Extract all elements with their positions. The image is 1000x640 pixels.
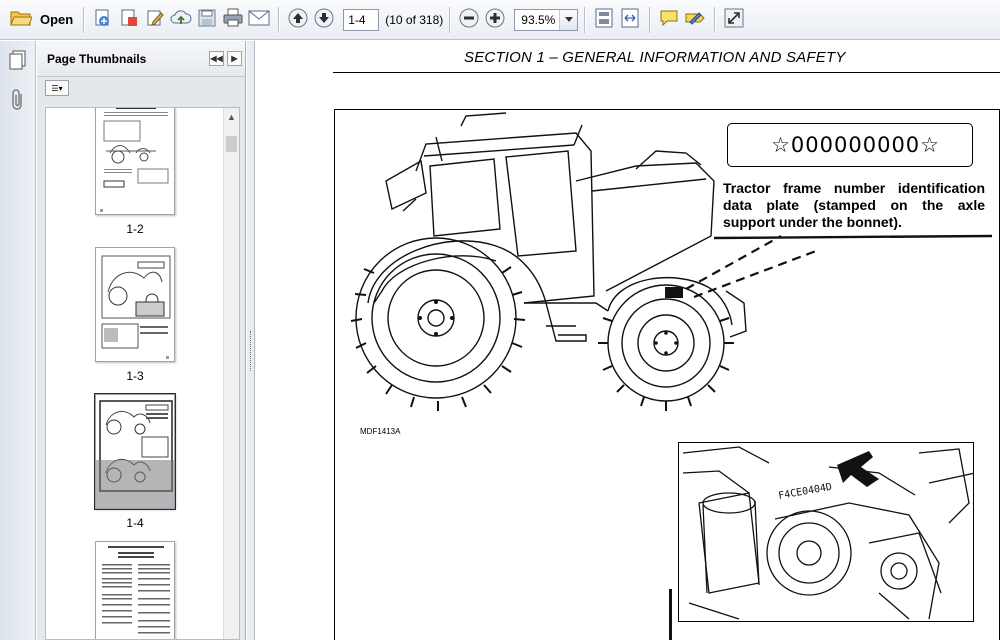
expand-icon — [724, 8, 744, 31]
figure-code: MDF1413A — [360, 427, 401, 436]
thumbnail-label: 1-4 — [126, 516, 144, 530]
panel-title: Page Thumbnails — [47, 51, 147, 66]
attachment-icon[interactable] — [8, 89, 28, 111]
thumbnail-page-1-4[interactable] — [94, 393, 176, 510]
toolbar-separator — [649, 6, 651, 33]
export-icon — [119, 8, 139, 31]
print-icon — [222, 8, 244, 31]
comment-button[interactable] — [656, 5, 682, 35]
toolbar-separator — [278, 6, 280, 33]
fit-width-button[interactable] — [617, 5, 643, 35]
thumbnail-page-1-3[interactable] — [95, 247, 175, 362]
navigation-rail — [0, 41, 36, 640]
edit-button[interactable] — [142, 5, 168, 35]
expand-button[interactable] — [721, 5, 747, 35]
options-menu-icon[interactable]: ☰▾ — [45, 80, 69, 96]
zoom-out-button[interactable] — [456, 5, 482, 35]
thumbnail-label: 1-2 — [126, 222, 144, 236]
save-icon — [198, 9, 216, 30]
print-button[interactable] — [220, 5, 246, 35]
document-view: SECTION 1 – GENERAL INFORMATION AND SAFE… — [256, 41, 1000, 640]
zoom-in-button[interactable] — [482, 5, 508, 35]
create-pdf-button[interactable] — [90, 5, 116, 35]
fit-width-icon — [621, 8, 639, 31]
scroll-up-icon[interactable]: ▲ — [227, 112, 236, 122]
panel-header: Page Thumbnails ◀◀ ▶ — [37, 41, 245, 77]
panel-menu-icon[interactable]: ▶ — [227, 51, 242, 66]
save-button[interactable] — [194, 5, 220, 35]
sign-icon — [684, 9, 706, 30]
toolbar-separator — [714, 6, 716, 33]
fit-page-button[interactable] — [591, 5, 617, 35]
main-toolbar: Open 1-4 (10 of 318) 93.5% — [0, 0, 1000, 40]
create-pdf-icon — [93, 8, 113, 31]
chevron-down-icon[interactable] — [559, 9, 578, 30]
toolbar-separator — [449, 6, 451, 33]
zoom-in-icon — [484, 7, 506, 32]
zoom-out-icon — [458, 7, 480, 32]
toolbar-separator — [584, 6, 586, 33]
serial-number-plate: ☆000000000☆ — [727, 123, 973, 167]
open-button[interactable]: Open — [6, 5, 77, 35]
thumbnail-page-1-5[interactable] — [95, 541, 175, 639]
collapse-panel-icon[interactable]: ◀◀ — [209, 51, 224, 66]
engine-detail-inset: F4CE0404D — [678, 442, 974, 622]
next-page-icon — [313, 7, 335, 32]
panel-splitter[interactable] — [247, 41, 255, 640]
export-button[interactable] — [116, 5, 142, 35]
zoom-value: 93.5% — [521, 12, 556, 27]
email-icon — [248, 10, 270, 29]
thumbnail-options: ☰▾ — [37, 77, 245, 99]
leader-line — [669, 589, 672, 640]
callout-text: Tractor frame number identification data… — [723, 180, 985, 230]
thumbnail-list: 1-2 1-3 1-4 ▲ — [45, 107, 240, 640]
fit-page-icon — [595, 8, 613, 31]
edit-icon — [145, 8, 165, 31]
comment-icon — [659, 9, 679, 30]
scrollbar-thumb[interactable] — [226, 136, 237, 152]
email-button[interactable] — [246, 5, 272, 35]
selection-overlay — [96, 460, 174, 508]
prev-page-icon — [287, 7, 309, 32]
open-label: Open — [40, 12, 74, 27]
thumbnails-panel: Page Thumbnails ◀◀ ▶ ☰▾ 1-2 1-3 1-4 ▲ — [37, 41, 246, 640]
sign-button[interactable] — [682, 5, 708, 35]
open-folder-icon — [10, 9, 33, 30]
prev-page-button[interactable] — [285, 5, 311, 35]
thumbnail-label: 1-3 — [126, 369, 144, 383]
upload-button[interactable] — [168, 5, 194, 35]
splitter-grip — [250, 331, 252, 371]
pages-icon[interactable] — [8, 49, 28, 71]
thumbnail-scrollbar[interactable]: ▲ — [223, 108, 239, 639]
page-number-input[interactable]: 1-4 — [343, 8, 380, 31]
page-count: (10 of 318) — [385, 12, 444, 27]
toolbar-separator — [83, 6, 85, 33]
thumbnail-page-1-2[interactable] — [95, 108, 175, 215]
engine-stamp: F4CE0404D — [778, 482, 833, 502]
next-page-button[interactable] — [311, 5, 337, 35]
cloud-upload-icon — [170, 8, 192, 31]
zoom-select[interactable]: 93.5% — [514, 8, 579, 31]
